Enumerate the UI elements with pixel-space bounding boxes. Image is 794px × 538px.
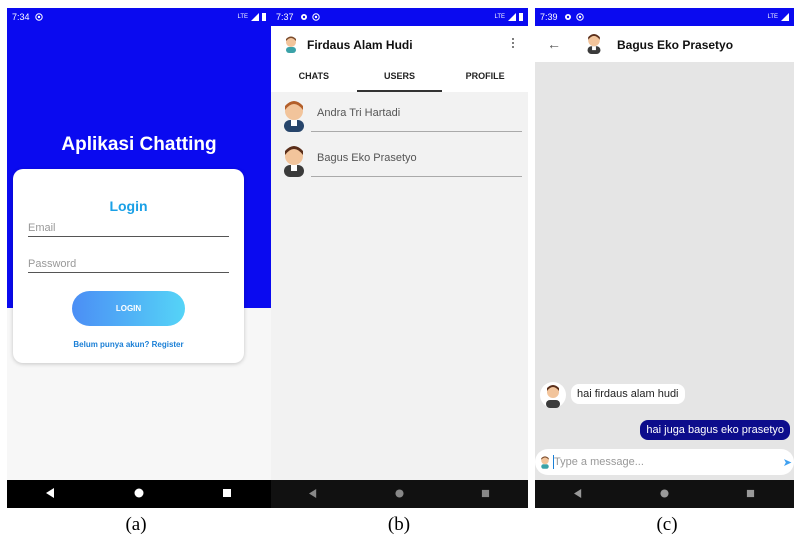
tab-bar: CHATS USERS PROFILE <box>271 68 528 92</box>
tab-chats[interactable]: CHATS <box>271 68 357 92</box>
tab-profile[interactable]: PROFILE <box>442 68 528 92</box>
password-field[interactable]: Password <box>28 258 229 273</box>
send-icon[interactable]: ➤ <box>783 456 792 469</box>
recents-square-icon[interactable] <box>222 485 232 503</box>
battery-icon <box>262 13 266 21</box>
avatar-icon <box>539 455 551 474</box>
phone-chat-screen: 7:39 LTE ← Bagus Eko Prasetyo hai firdau… <box>535 8 794 508</box>
user-name: Andra Tri Hartadi <box>317 107 401 119</box>
signal-icon <box>781 13 789 21</box>
nav-bar <box>7 480 271 508</box>
message-input[interactable]: Type a message... ➤ <box>535 449 794 475</box>
avatar-icon <box>585 32 603 59</box>
email-field[interactable]: Email <box>28 222 229 237</box>
login-card: Login Email Password LOGIN Belum punya a… <box>13 169 244 363</box>
login-title: Login <box>109 198 148 214</box>
message-placeholder: Type a message... <box>554 456 644 468</box>
status-bar: 7:34 LTE <box>7 8 271 26</box>
home-circle-icon[interactable] <box>660 485 669 503</box>
gear-icon <box>564 13 572 21</box>
phone-login-screen: 7:34 LTE Aplikasi Chatting Login Email P… <box>7 8 271 508</box>
nav-bar <box>535 480 794 508</box>
header-name: Firdaus Alam Hudi <box>307 38 413 52</box>
phone-users-screen: 7:37 LTE Firdaus Alam Hudi CHATS USERS P… <box>271 8 528 508</box>
caption-c: (c) <box>656 514 678 535</box>
avatar-icon <box>281 143 307 182</box>
network-label: LTE <box>767 14 778 20</box>
chat-header-name: Bagus Eko Prasetyo <box>617 38 734 52</box>
recents-square-icon[interactable] <box>746 485 755 503</box>
network-label: LTE <box>494 14 505 20</box>
status-time: 7:39 <box>540 12 558 22</box>
home-circle-icon[interactable] <box>395 485 404 503</box>
avatar-icon <box>281 98 307 137</box>
app-title: Aplikasi Chatting <box>61 134 217 155</box>
network-label: LTE <box>237 14 248 20</box>
home-circle-icon[interactable] <box>134 485 144 503</box>
at-icon <box>575 13 584 21</box>
register-link[interactable]: Belum punya akun? Register <box>13 340 244 349</box>
back-triangle-icon[interactable] <box>573 485 583 503</box>
status-bar: 7:37 LTE <box>271 8 528 26</box>
avatar-icon <box>283 35 299 58</box>
incoming-message: hai firdaus alam hudi <box>571 384 685 404</box>
signal-icon <box>251 13 259 21</box>
avatar-icon <box>540 380 566 415</box>
recents-square-icon[interactable] <box>481 485 490 503</box>
overflow-menu-icon[interactable] <box>512 38 516 48</box>
back-triangle-icon[interactable] <box>309 485 318 503</box>
back-triangle-icon[interactable] <box>46 485 56 503</box>
gear-icon <box>300 13 308 21</box>
status-time: 7:37 <box>276 12 294 22</box>
email-placeholder: Email <box>28 222 56 234</box>
caption-b: (b) <box>387 514 411 535</box>
tab-users[interactable]: USERS <box>356 68 443 92</box>
user-name: Bagus Eko Prasetyo <box>317 152 417 164</box>
status-bar: 7:39 LTE <box>535 8 794 26</box>
outgoing-message: hai juga bagus eko prasetyo <box>640 420 790 440</box>
at-icon <box>34 13 43 21</box>
divider <box>311 131 522 132</box>
list-item[interactable]: Bagus Eko Prasetyo <box>271 137 528 181</box>
signal-icon <box>508 13 516 21</box>
arrow-back-icon[interactable]: ← <box>547 36 561 52</box>
user-list: Andra Tri Hartadi Bagus Eko Prasetyo <box>271 92 528 480</box>
at-icon <box>311 13 320 21</box>
nav-bar <box>271 480 528 508</box>
divider <box>311 176 522 177</box>
status-time: 7:34 <box>12 12 30 22</box>
battery-icon <box>519 13 523 21</box>
list-item[interactable]: Andra Tri Hartadi <box>271 92 528 136</box>
chat-header: ← Bagus Eko Prasetyo <box>535 26 794 62</box>
password-placeholder: Password <box>28 258 77 270</box>
caption-a: (a) <box>125 514 147 535</box>
login-button[interactable]: LOGIN <box>72 291 185 326</box>
